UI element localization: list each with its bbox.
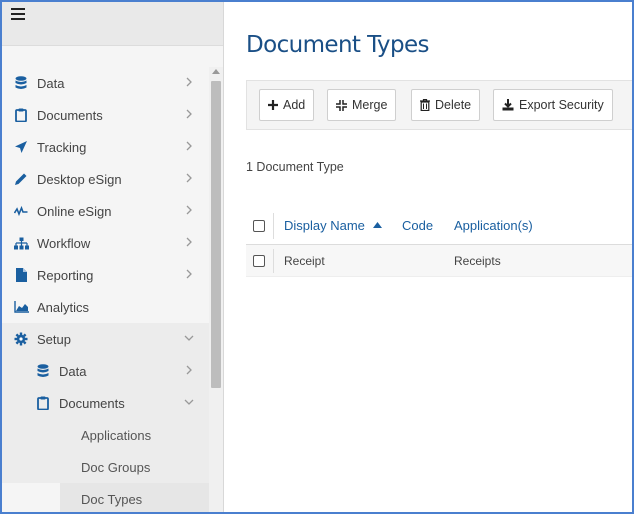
database-icon	[13, 75, 29, 91]
paper-plane-icon	[13, 139, 29, 155]
column-divider	[273, 249, 274, 273]
select-all-checkbox[interactable]	[253, 220, 265, 232]
chevron-down-icon	[184, 399, 194, 405]
column-divider	[273, 213, 274, 239]
gear-icon	[13, 331, 29, 347]
sidebar: Data Documents Tracking Desktop eSign On…	[2, 2, 224, 512]
add-button-label: Add	[283, 98, 306, 112]
sidebar-item-label: Workflow	[37, 235, 91, 251]
sidebar-item-documents[interactable]: Documents	[2, 99, 209, 131]
sidebar-subitem-doc-groups[interactable]: Doc Groups	[2, 451, 209, 483]
chevron-right-icon	[186, 365, 192, 375]
sidebar-item-online-esign[interactable]: Online eSign	[2, 195, 209, 227]
chevron-right-icon	[186, 173, 192, 183]
clipboard-icon	[13, 107, 29, 123]
cell-applications: Receipts	[454, 254, 501, 268]
sidebar-subitem-applications[interactable]: Applications	[2, 419, 209, 451]
sidebar-header	[2, 2, 223, 46]
sidebar-item-label: Reporting	[37, 267, 94, 283]
chevron-right-icon	[186, 141, 192, 151]
pen-icon	[13, 171, 29, 187]
signature-icon	[13, 203, 29, 219]
add-button[interactable]: Add	[259, 89, 315, 121]
table-row[interactable]: Receipt Receipts	[246, 245, 632, 277]
chevron-right-icon	[186, 109, 192, 119]
chevron-right-icon	[186, 77, 192, 87]
sidebar-item-desktop-esign[interactable]: Desktop eSign	[2, 163, 209, 195]
plus-icon	[268, 100, 278, 110]
download-icon	[502, 99, 514, 111]
sidebar-item-tracking[interactable]: Tracking	[2, 131, 209, 163]
table-header: Display Name Code Application(s)	[246, 207, 632, 245]
sidebar-item-label: Doc Groups	[81, 459, 151, 475]
sidebar-item-label: Data	[59, 363, 87, 379]
row-checkbox[interactable]	[253, 255, 265, 267]
chevron-down-icon	[184, 335, 194, 341]
document-types-table: Display Name Code Application(s) Receipt…	[246, 207, 632, 277]
page-title: Document Types	[246, 32, 429, 58]
export-security-button[interactable]: Export Security	[493, 89, 613, 121]
sidebar-item-label: Doc Types	[81, 491, 143, 507]
sidebar-item-workflow[interactable]: Workflow	[2, 227, 209, 259]
sidebar-item-label: Data	[37, 75, 65, 91]
sidebar-item-label: Desktop eSign	[37, 171, 122, 187]
delete-button[interactable]: Delete	[411, 89, 481, 121]
hamburger-menu-icon[interactable]	[11, 8, 25, 20]
record-count: 1 Document Type	[246, 160, 344, 174]
sidebar-item-analytics[interactable]: Analytics	[2, 291, 209, 323]
main-content: Document Types Add Merge Delete Export S…	[224, 2, 632, 512]
sidebar-item-label: Online eSign	[37, 203, 112, 219]
sidebar-menu: Data Documents Tracking Desktop eSign On…	[2, 67, 209, 512]
export-security-button-label: Export Security	[519, 98, 604, 112]
area-chart-icon	[13, 299, 29, 315]
trash-icon	[420, 99, 430, 111]
sidebar-item-label: Setup	[37, 331, 71, 347]
sidebar-item-data[interactable]: Data	[2, 67, 209, 99]
toolbar: Add Merge Delete Export Security	[246, 80, 632, 130]
merge-button-label: Merge	[352, 98, 388, 112]
sidebar-item-label: Documents	[59, 395, 125, 411]
file-icon	[13, 267, 29, 283]
sidebar-scrollbar[interactable]	[209, 67, 223, 512]
app-frame: Data Documents Tracking Desktop eSign On…	[0, 0, 634, 514]
compress-icon	[336, 99, 347, 111]
scroll-up-arrow-icon[interactable]	[212, 69, 220, 74]
sidebar-item-label: Tracking	[37, 139, 87, 155]
sidebar-subitem-doc-types[interactable]: Doc Types	[60, 483, 209, 512]
sidebar-item-label: Analytics	[37, 299, 90, 315]
sidebar-item-reporting[interactable]: Reporting	[2, 259, 209, 291]
column-header-code[interactable]: Code	[402, 218, 433, 233]
sort-ascending-icon	[372, 222, 382, 228]
delete-button-label: Delete	[435, 98, 472, 112]
cell-display-name: Receipt	[284, 254, 325, 268]
sidebar-subitem-data[interactable]: Data	[2, 355, 209, 387]
chevron-right-icon	[186, 269, 192, 279]
sidebar-subitem-documents[interactable]: Documents	[2, 387, 209, 419]
merge-button[interactable]: Merge	[327, 89, 397, 121]
sitemap-icon	[13, 235, 29, 251]
column-header-applications[interactable]: Application(s)	[454, 218, 533, 233]
sidebar-item-setup[interactable]: Setup	[2, 323, 209, 355]
chevron-right-icon	[186, 237, 192, 247]
scrollbar-thumb[interactable]	[211, 81, 221, 388]
clipboard-icon	[35, 395, 51, 411]
sidebar-item-label: Applications	[81, 427, 152, 443]
database-icon	[35, 363, 51, 379]
column-header-display-name[interactable]: Display Name	[284, 218, 382, 233]
sidebar-item-label: Documents	[37, 107, 103, 123]
chevron-right-icon	[186, 205, 192, 215]
